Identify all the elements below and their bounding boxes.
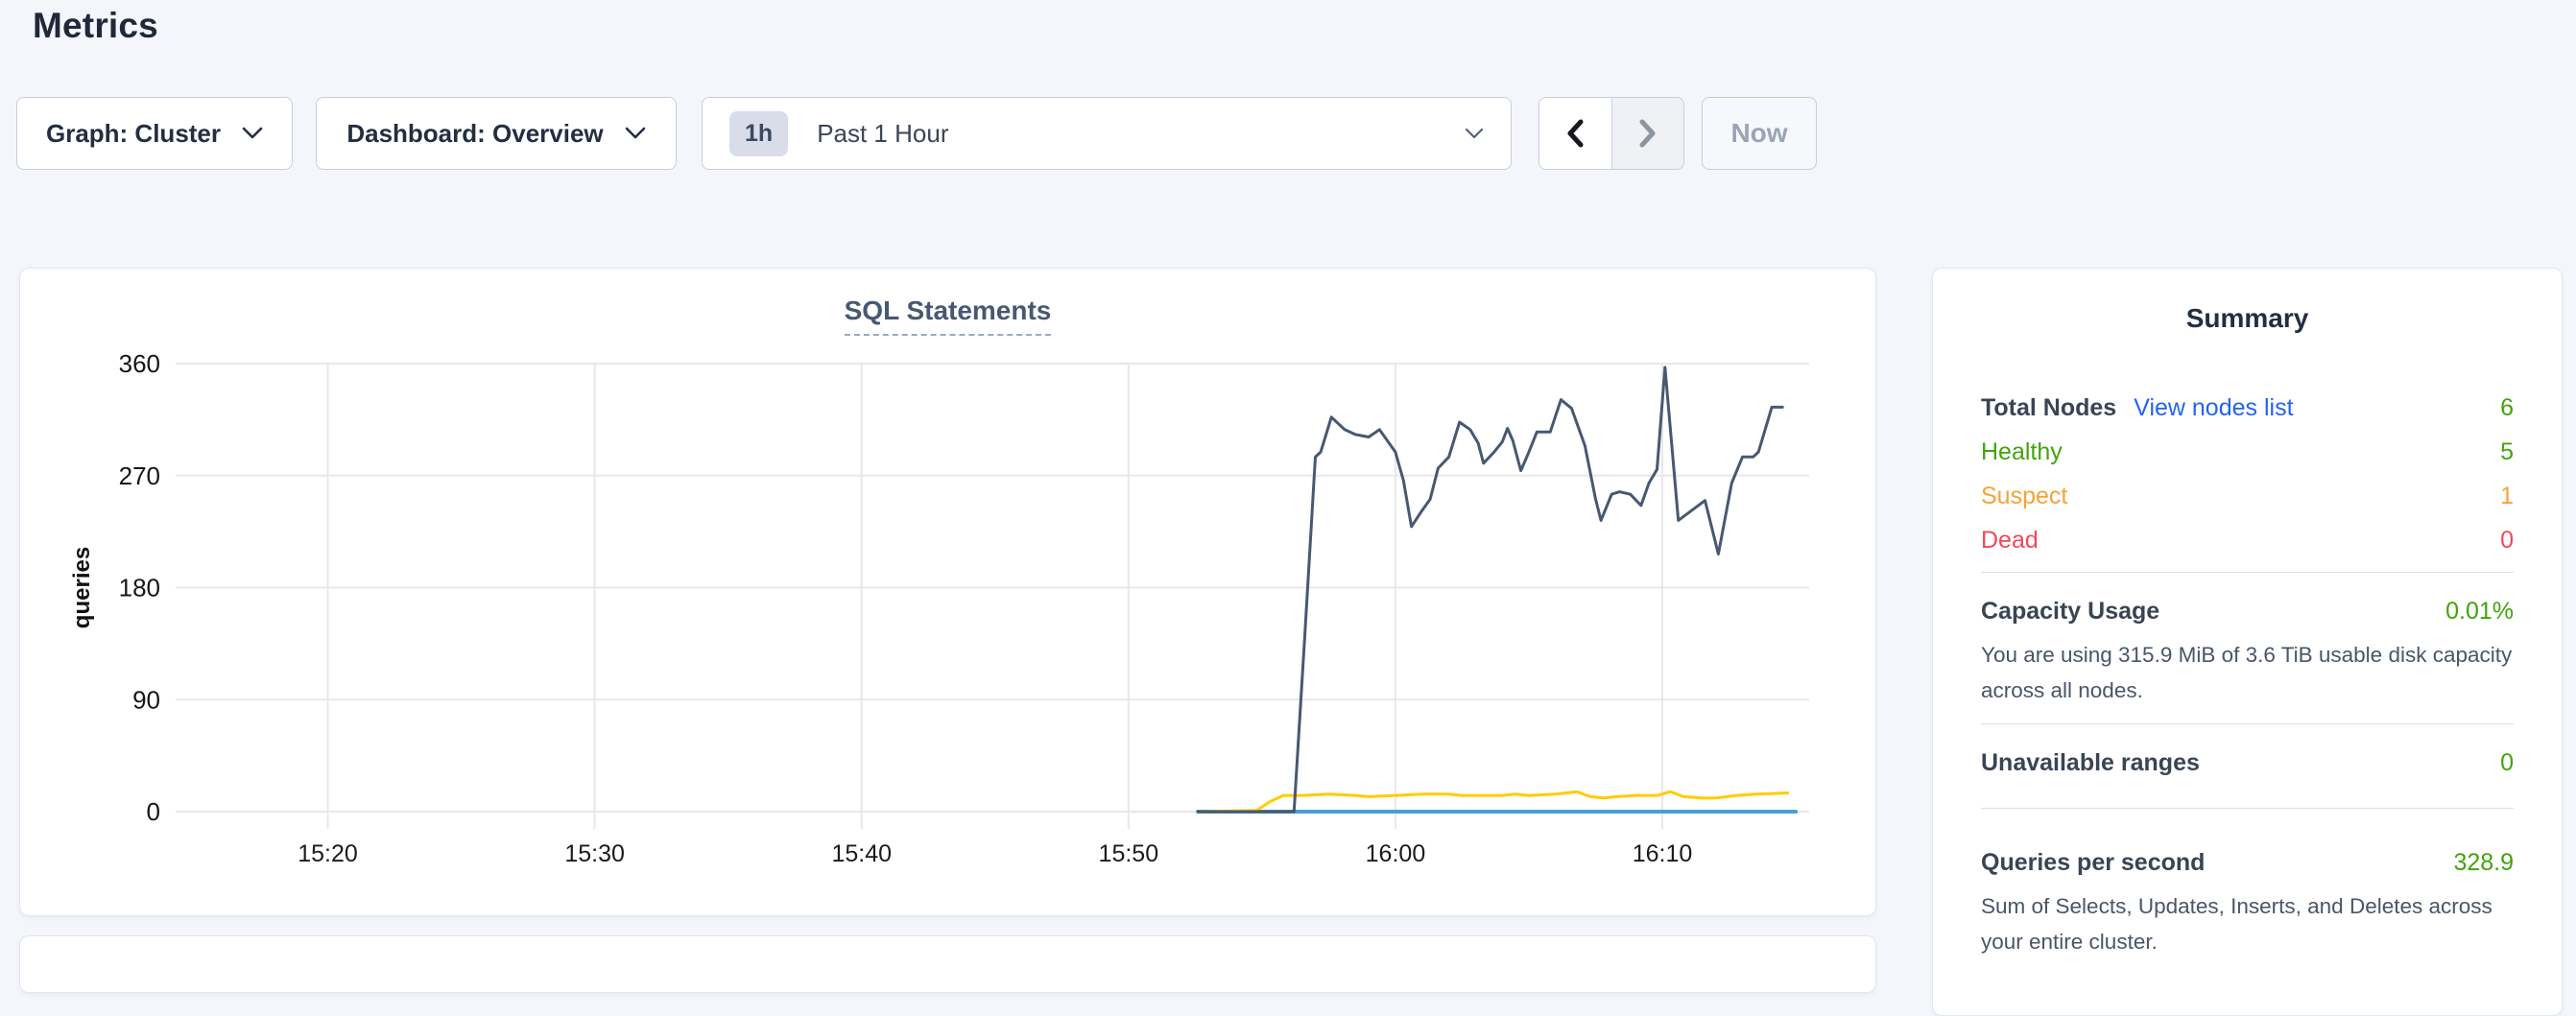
capacity-usage-value: 0.01%	[2445, 598, 2514, 626]
svg-text:360: 360	[119, 349, 160, 378]
queries-per-second-label: Queries per second	[1981, 849, 2205, 877]
chevron-down-icon	[625, 127, 646, 140]
view-nodes-list-link[interactable]: View nodes list	[2134, 394, 2293, 422]
next-chart-card-partial	[19, 935, 1876, 993]
time-range-selector[interactable]: 1h Past 1 Hour	[702, 97, 1512, 170]
svg-text:queries: queries	[69, 547, 95, 628]
svg-text:270: 270	[119, 461, 160, 490]
queries-per-second-value: 328.9	[2453, 849, 2514, 877]
page-title: Metrics	[33, 6, 158, 46]
summary-panel: Summary Total Nodes View nodes list 6 He…	[1932, 268, 2563, 1016]
svg-text:180: 180	[119, 574, 160, 603]
healthy-label: Healthy	[1981, 438, 2063, 466]
capacity-usage-section: Capacity Usage 0.01% You are using 315.9…	[1981, 598, 2514, 708]
suspect-nodes-row: Suspect 1	[1981, 474, 2514, 518]
total-nodes-label: Total Nodes	[1981, 394, 2116, 422]
capacity-usage-description: You are using 315.9 MiB of 3.6 TiB usabl…	[1981, 637, 2514, 708]
healthy-value: 5	[2500, 438, 2514, 466]
suspect-label: Suspect	[1981, 483, 2067, 510]
unavailable-ranges-value: 0	[2500, 749, 2514, 777]
summary-title: Summary	[1933, 303, 2562, 334]
dead-label: Dead	[1981, 527, 2039, 555]
metrics-toolbar: Graph: Cluster Dashboard: Overview 1h Pa…	[16, 97, 1817, 170]
svg-text:90: 90	[132, 685, 160, 714]
queries-per-second-section: Queries per second 328.9 Sum of Selects,…	[1981, 849, 2514, 959]
chevron-left-icon	[1564, 118, 1586, 149]
healthy-nodes-row: Healthy 5	[1981, 430, 2514, 474]
graph-scope-dropdown-label: Graph: Cluster	[46, 119, 221, 149]
svg-text:15:30: 15:30	[564, 840, 625, 867]
svg-text:16:10: 16:10	[1633, 840, 1693, 867]
chevron-down-icon	[242, 127, 263, 140]
sql-statements-chart-card: SQL Statements 15:2015:3015:4015:5016:00…	[19, 268, 1876, 916]
total-nodes-row: Total Nodes View nodes list 6	[1981, 386, 2514, 430]
graph-scope-dropdown[interactable]: Graph: Cluster	[16, 97, 293, 170]
dashboard-dropdown[interactable]: Dashboard: Overview	[316, 97, 677, 170]
sql-statements-line-chart[interactable]: 15:20 15:30 15:40 15:50 16:00 16:10 0 90 180 270 3…	[20, 269, 1877, 917]
svg-text:0: 0	[147, 797, 160, 826]
svg-text:15:20: 15:20	[298, 840, 358, 867]
total-nodes-value: 6	[2500, 394, 2514, 422]
time-range-badge: 1h	[729, 111, 788, 156]
previous-window-button[interactable]	[1539, 98, 1612, 169]
dead-value: 0	[2500, 527, 2514, 555]
suspect-value: 1	[2500, 483, 2514, 510]
svg-text:15:50: 15:50	[1099, 840, 1159, 867]
time-range-label: Past 1 Hour	[817, 119, 948, 149]
dashboard-dropdown-label: Dashboard: Overview	[346, 119, 603, 149]
unavailable-ranges-section: Unavailable ranges 0	[1981, 749, 2514, 777]
now-button[interactable]: Now	[1702, 97, 1817, 170]
node-status-list: Total Nodes View nodes list 6 Healthy 5 …	[1981, 386, 2514, 562]
summary-divider	[1981, 808, 2514, 809]
chevron-right-icon	[1637, 118, 1658, 149]
dead-nodes-row: Dead 0	[1981, 518, 2514, 562]
next-window-button[interactable]	[1612, 98, 1684, 169]
time-window-pager	[1538, 97, 1684, 170]
now-button-label: Now	[1730, 118, 1787, 149]
capacity-usage-label: Capacity Usage	[1981, 598, 2159, 626]
summary-divider	[1981, 572, 2514, 573]
queries-per-second-description: Sum of Selects, Updates, Inserts, and De…	[1981, 888, 2514, 959]
summary-divider	[1981, 723, 2514, 724]
unavailable-ranges-label: Unavailable ranges	[1981, 749, 2200, 777]
chevron-down-icon	[1465, 128, 1484, 140]
svg-text:16:00: 16:00	[1366, 840, 1426, 867]
svg-text:15:40: 15:40	[831, 840, 892, 867]
